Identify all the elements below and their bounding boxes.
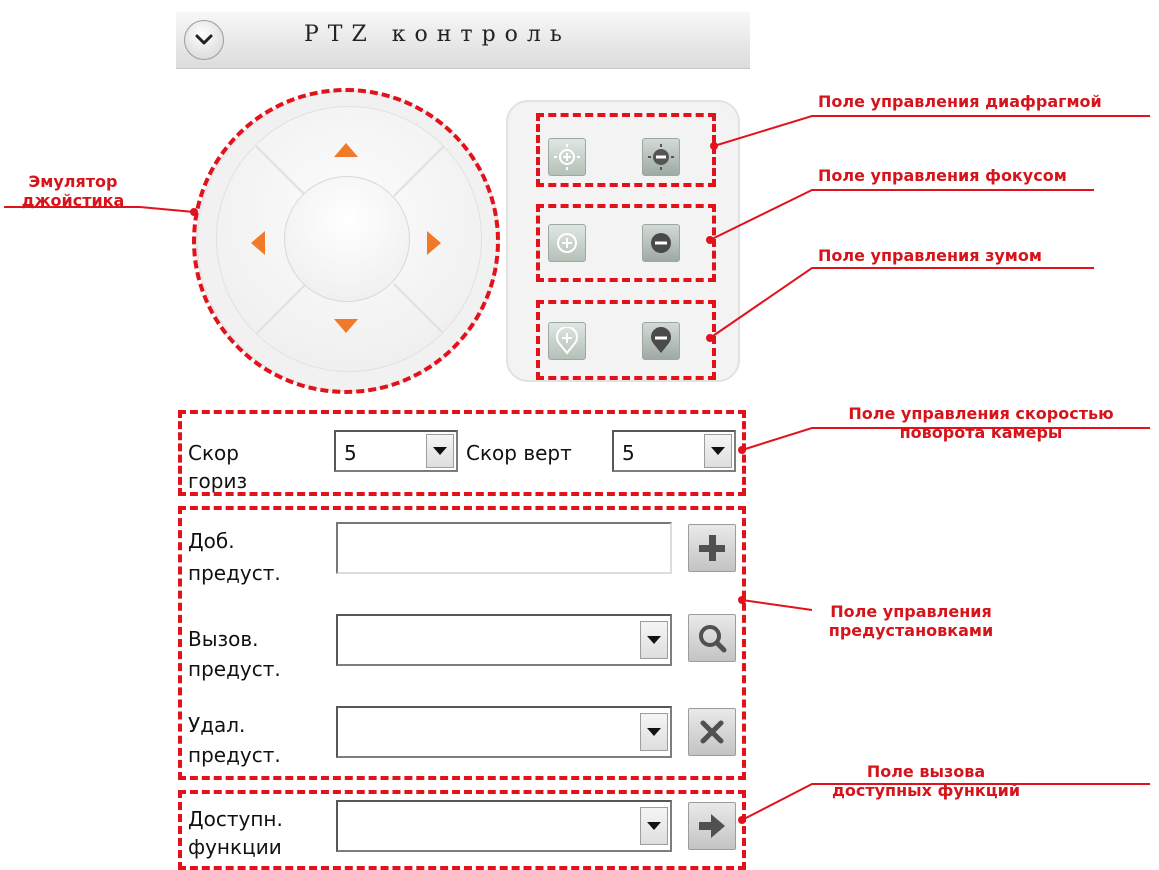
- annotation-speed: Поле управления скоростью поворота камер…: [806, 404, 1156, 442]
- annotation-focus: Поле управления фокусом: [818, 166, 1067, 185]
- annotation-presets-line2: предустановками: [828, 621, 994, 640]
- annotation-functions-line1: Поле вызова: [866, 762, 986, 781]
- annotation-joystick: Эмулятор джойстика: [4, 172, 142, 210]
- annotation-functions-line2: доступных функций: [831, 781, 1021, 800]
- annotation-joystick-line1: Эмулятор: [28, 172, 118, 191]
- annotation-presets: Поле управления предустановками: [796, 602, 1026, 640]
- annotation-zoom: Поле управления зумом: [818, 246, 1042, 265]
- annotation-presets-line1: Поле управления: [830, 602, 992, 621]
- annotation-joystick-line2: джойстика: [21, 191, 125, 210]
- annotation-speed-line2: поворота камеры: [899, 423, 1063, 442]
- annotation-speed-line1: Поле управления скоростью: [848, 404, 1114, 423]
- annotation-iris: Поле управления диафрагмой: [818, 92, 1102, 111]
- annotation-functions: Поле вызова доступных функций: [806, 762, 1046, 800]
